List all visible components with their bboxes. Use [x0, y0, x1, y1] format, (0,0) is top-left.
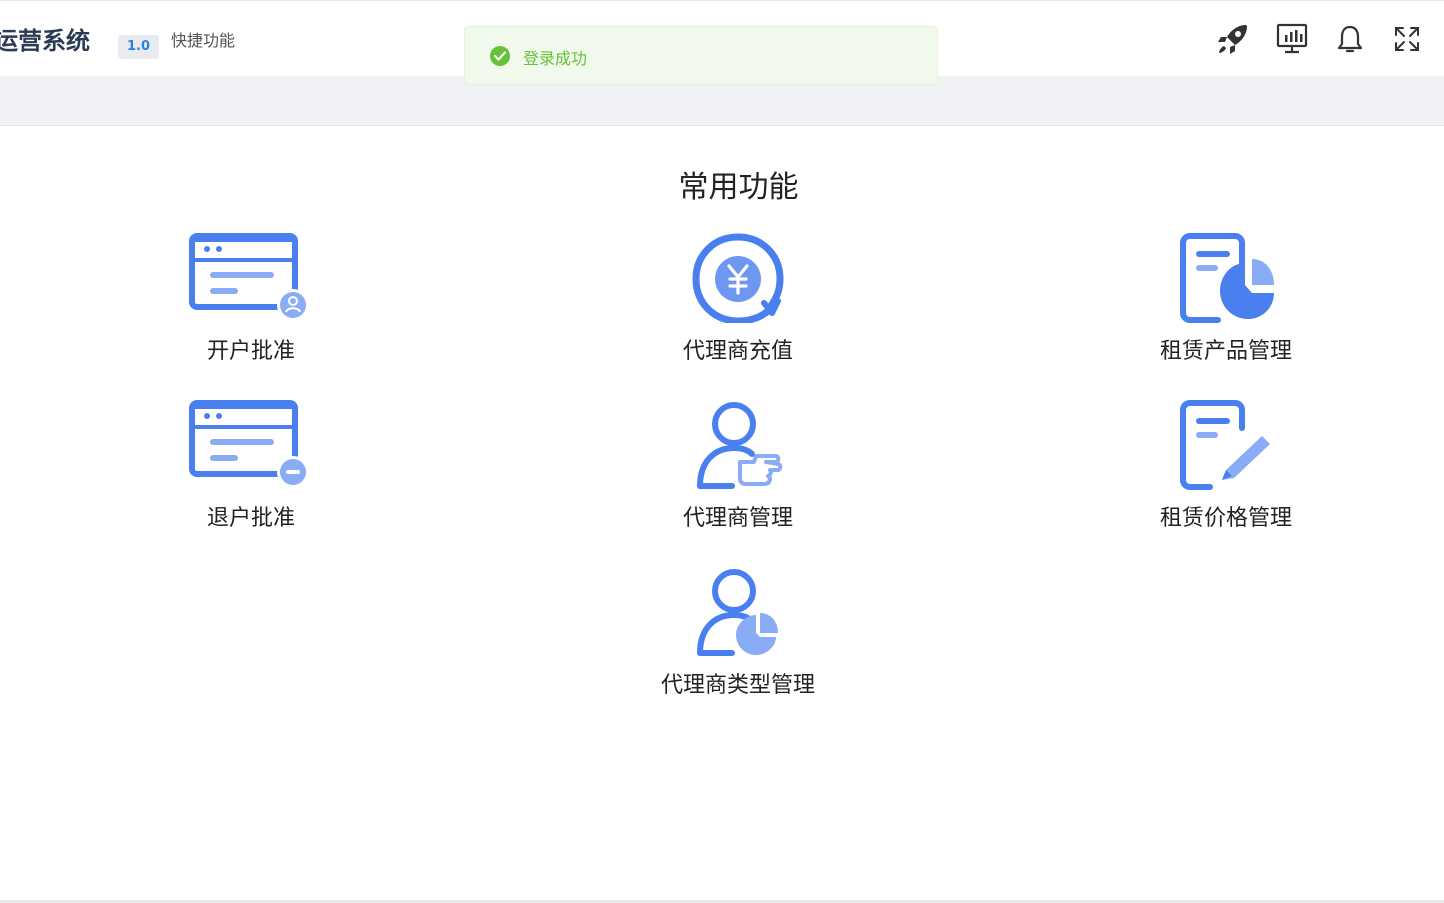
- app-page: 运营系统 1.0 快捷功能 登录成功 常用功能 开户批准 代理商充值 租赁产品管…: [0, 0, 1444, 903]
- tile-label: 开户批准: [206, 339, 295, 364]
- section-title: 常用功能: [678, 170, 799, 205]
- check-circle-icon: [490, 46, 510, 66]
- tile-label: 代理商类型管理: [660, 673, 815, 698]
- user-hand-icon: [697, 402, 783, 489]
- tile-rental-product-management[interactable]: 租赁产品管理: [1116, 233, 1336, 365]
- tile-label: 退户批准: [206, 506, 295, 531]
- version-badge: 1.0: [118, 35, 159, 59]
- tile-label: 代理商充值: [682, 339, 793, 364]
- tile-agent-type-management[interactable]: 代理商类型管理: [628, 567, 848, 699]
- tile-label: 租赁产品管理: [1159, 339, 1292, 364]
- app-title: 运营系统: [0, 27, 90, 55]
- fullscreen-icon[interactable]: [1389, 21, 1425, 57]
- tile-label: 租赁价格管理: [1159, 506, 1292, 531]
- rocket-icon[interactable]: [1215, 21, 1251, 57]
- bell-icon[interactable]: [1332, 21, 1368, 57]
- window-user-icon: [189, 233, 309, 321]
- tile-agent-recharge[interactable]: 代理商充值: [628, 233, 848, 365]
- tile-account-open-approval[interactable]: 开户批准: [141, 233, 361, 365]
- yuan-coin-icon: [692, 233, 784, 323]
- window-minus-icon: [189, 400, 309, 488]
- monitor-chart-icon[interactable]: [1274, 21, 1310, 57]
- shortcut-link[interactable]: 快捷功能: [171, 27, 235, 51]
- success-toast: 登录成功: [464, 26, 938, 85]
- tile-rental-price-management[interactable]: 租赁价格管理: [1116, 400, 1336, 532]
- tile-account-close-approval[interactable]: 退户批准: [141, 400, 361, 532]
- doc-pencil-icon: [1180, 400, 1270, 490]
- doc-pie-icon: [1180, 233, 1274, 323]
- tile-agent-management[interactable]: 代理商管理: [628, 400, 848, 532]
- toast-message: 登录成功: [523, 49, 588, 68]
- user-pie-icon: [697, 569, 778, 656]
- tile-label: 代理商管理: [682, 506, 793, 531]
